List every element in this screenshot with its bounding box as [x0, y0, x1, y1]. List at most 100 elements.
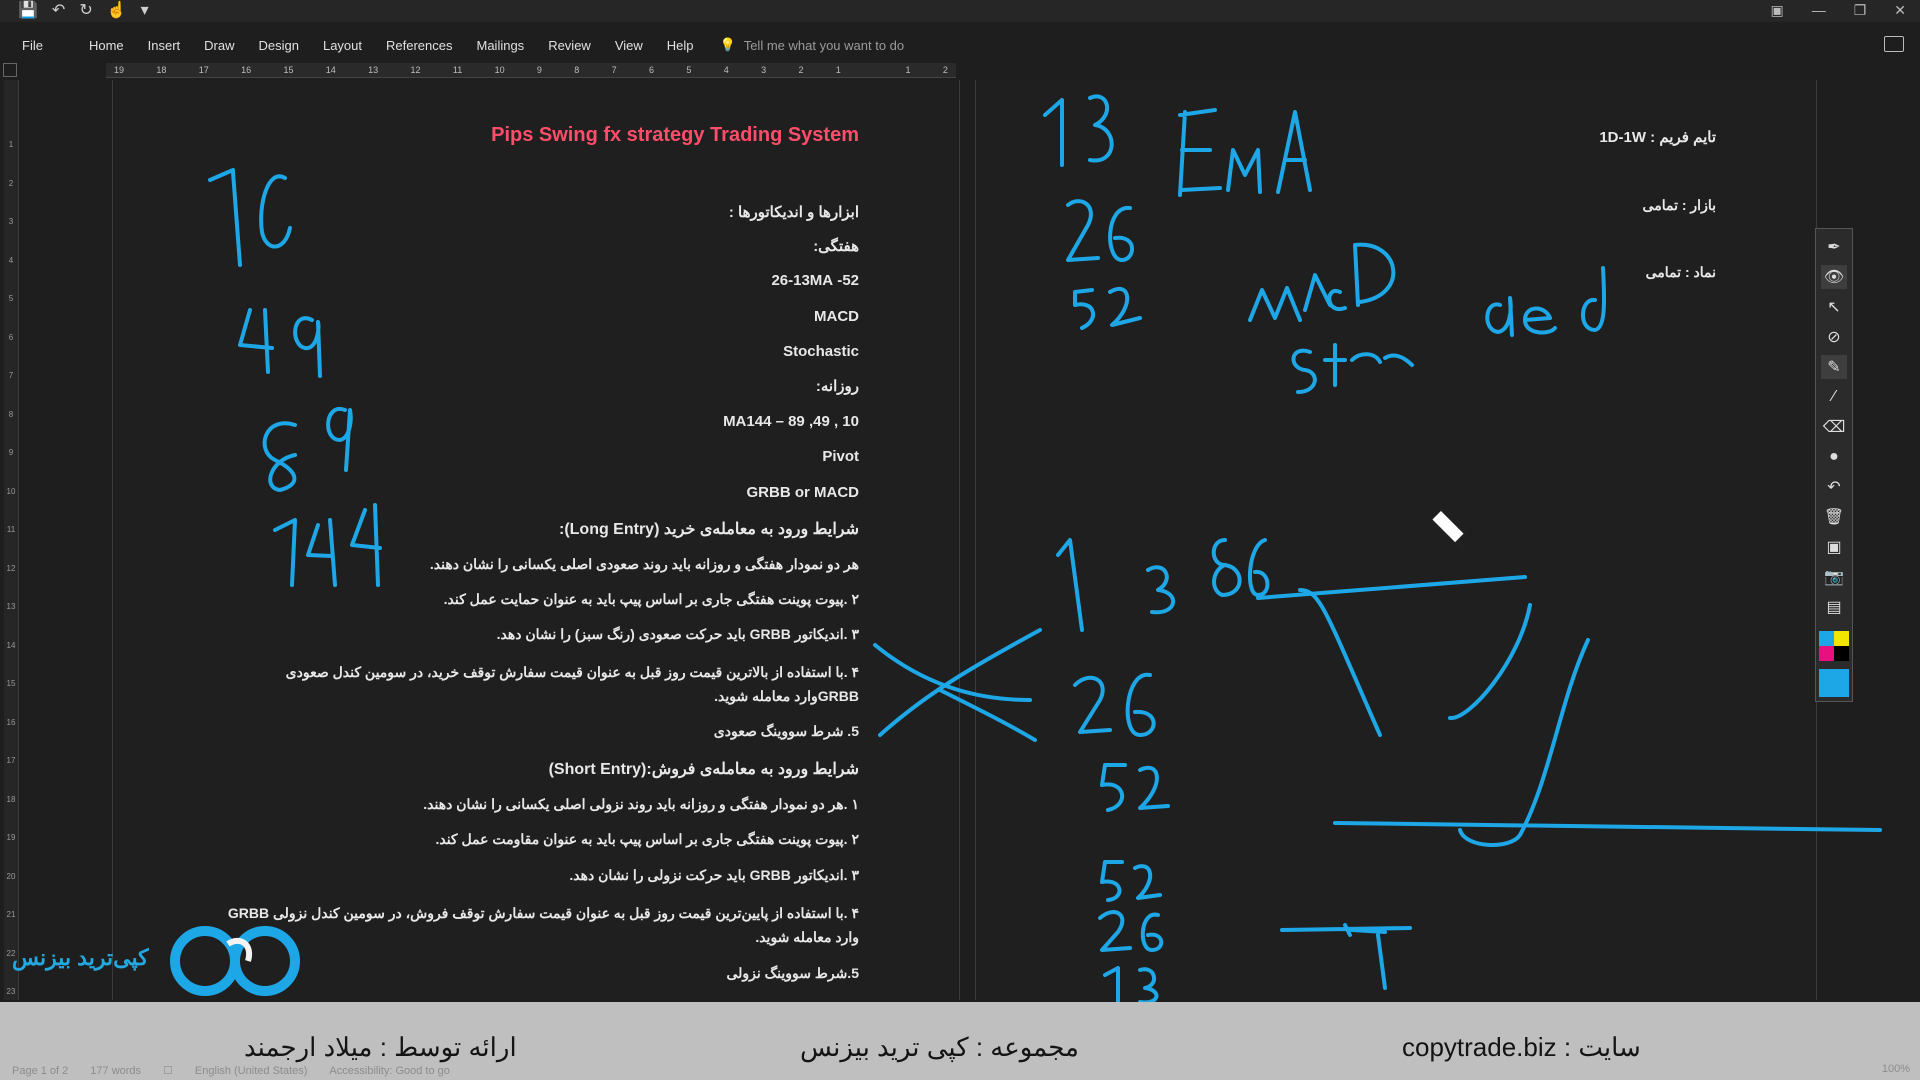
horizontal-ruler[interactable]: 19 18 17 16 15 14 13 12 11 10 9 8 7 6 5 4 3 2 1 1 2 — [106, 63, 956, 78]
doc-line: ۴ .با استفاده از پایین‌ترین قیمت روز قبل… — [227, 905, 859, 945]
color-swatch-yellow[interactable] — [1834, 631, 1849, 646]
eraser-icon[interactable]: ⌫ — [1821, 415, 1847, 439]
ruler-tick-label: 2 — [798, 65, 804, 75]
site-text: سایت : copytrade.biz — [1402, 1032, 1641, 1062]
pen-icon[interactable]: ✒ — [1821, 235, 1847, 259]
ruler-tick-label: 8 — [574, 65, 580, 75]
ruler-tick-label: 9 — [8, 448, 14, 457]
window-controls: ▣ — ❐ ✕ — [1770, 2, 1906, 19]
eye-icon[interactable]: 👁 — [1821, 265, 1847, 289]
doc-heading: شرایط ورود به معامله‌ی فروش:(Short Entry… — [548, 761, 859, 778]
ruler-tick-label: 19 — [114, 65, 125, 75]
camera-icon[interactable]: 📷 — [1821, 565, 1847, 589]
title-bar: 💾 ↶ ↻ ☝ ▾ ▣ — ❐ ✕ — [0, 0, 1920, 22]
color-swatch-black[interactable] — [1834, 646, 1849, 661]
current-color-swatch[interactable] — [1819, 669, 1849, 697]
doc-line: روزانه: — [815, 378, 859, 395]
color-swatch-magenta[interactable] — [1819, 646, 1834, 661]
ruler-tick-label: 1 — [905, 65, 911, 75]
comments-icon[interactable] — [1884, 36, 1904, 52]
undo-icon[interactable]: ↶ — [52, 2, 65, 20]
tab-review[interactable]: Review — [536, 38, 603, 53]
ruler-tick-label: 10 — [6, 486, 16, 496]
ribbon-tabs: File Home Insert Draw Design Layout Refe… — [0, 32, 1920, 58]
dot-size-icon[interactable]: ● — [1821, 445, 1847, 469]
tab-file[interactable]: File — [10, 38, 55, 53]
doc-line: 5.شرط سووینگ نزولی — [726, 965, 859, 981]
whiteboard-icon[interactable]: ▣ — [1821, 535, 1847, 559]
brand-logo-text: کپی‌ترید بیزنس — [12, 945, 149, 970]
language-status[interactable]: English (United States) — [195, 1065, 308, 1077]
tab-references[interactable]: References — [374, 38, 464, 53]
tab-mailings[interactable]: Mailings — [465, 38, 537, 53]
ruler-tick-label: 1 — [8, 140, 14, 149]
touch-mode-icon[interactable]: ☝ — [107, 2, 127, 20]
ruler-tick-label: 15 — [283, 65, 294, 75]
accessibility-status[interactable]: Accessibility: Good to go — [329, 1065, 449, 1077]
ruler-tick-label: 12 — [6, 563, 16, 573]
close-icon[interactable]: ✕ — [1894, 2, 1906, 19]
highlighter-icon[interactable]: ✎ — [1821, 355, 1847, 379]
pen-cursor-icon — [1429, 508, 1468, 550]
ruler-tick-label: 16 — [6, 717, 16, 727]
ruler-tick-label: 4 — [723, 65, 729, 75]
document-page-2[interactable]: تایم فریم : 1D-1W بازار : تمامی نماد : ت… — [975, 80, 1817, 1000]
trash-icon[interactable]: 🗑 — [1821, 505, 1847, 529]
notes-icon[interactable]: ▤ — [1821, 595, 1847, 619]
ruler-tick-label: 5 — [686, 65, 692, 75]
page-title: Pips Swing fx strategy Trading System — [491, 124, 859, 146]
restore-icon[interactable]: ❐ — [1854, 2, 1867, 19]
doc-line: ۱ .هر دو نمودار هفتگی و روزانه باید روند… — [423, 796, 859, 812]
ruler-tick-label: 8 — [8, 409, 14, 419]
document-page-1[interactable]: Pips Swing fx strategy Trading System اب… — [112, 80, 960, 1000]
tab-layout[interactable]: Layout — [311, 38, 374, 53]
ruler-tick-label: 11 — [452, 65, 463, 75]
redo-icon[interactable]: ↻ — [79, 2, 92, 20]
tell-me-text: Tell me what you want to do — [743, 37, 905, 53]
pointer-icon[interactable]: ↖ — [1821, 295, 1847, 319]
tell-me-box[interactable]: 💡 Tell me what you want to do — [720, 37, 905, 53]
proofing-icon[interactable]: ☐ — [163, 1064, 173, 1077]
line-tool-icon[interactable]: ∕ — [1821, 385, 1847, 409]
word-count[interactable]: 177 words — [90, 1065, 141, 1077]
ruler-tick-label: 9 — [536, 65, 542, 75]
tab-design[interactable]: Design — [247, 38, 311, 53]
doc-line: Stochastic — [783, 343, 859, 360]
customize-qat-icon[interactable]: ▾ — [141, 2, 149, 20]
ribbon-display-icon[interactable]: ▣ — [1770, 2, 1783, 19]
doc-line: MA144 – 89 ,49 , 10 — [723, 413, 859, 430]
page-count[interactable]: Page 1 of 2 — [12, 1065, 68, 1077]
doc-line: هر دو نمودار هفتگی و روزانه باید روند صع… — [429, 556, 859, 572]
ruler-tick-label: 7 — [611, 65, 617, 75]
doc-line: ۲ .پیوت پوینت هفتگی جاری بر اساس پیپ بای… — [443, 591, 859, 607]
vertical-ruler[interactable]: 123456789101112131415161718192021222324 — [4, 80, 19, 1035]
doc-heading: شرایط ورود به معامله‌ی خرید (Long Entry)… — [558, 521, 859, 538]
tab-insert[interactable]: Insert — [136, 38, 193, 53]
tab-selector[interactable] — [3, 63, 17, 77]
laser-pointer-icon[interactable]: ⊘ — [1821, 325, 1847, 349]
doc-line: 5. شرط سووینگ صعودی — [713, 723, 859, 739]
ruler-tick-label: 4 — [8, 255, 14, 265]
tab-view[interactable]: View — [603, 38, 655, 53]
ruler-tick-label: 15 — [6, 679, 16, 688]
ruler-tick-label: 16 — [241, 65, 252, 75]
ruler-tick-label: 5 — [8, 294, 14, 303]
ruler-tick-label: 17 — [198, 65, 209, 75]
tab-help[interactable]: Help — [655, 38, 706, 53]
undo-stroke-icon[interactable]: ↶ — [1821, 475, 1847, 499]
color-swatches — [1819, 631, 1849, 661]
tab-draw[interactable]: Draw — [192, 38, 246, 53]
color-swatch-blue[interactable] — [1819, 631, 1834, 646]
ruler-tick-label: 17 — [6, 756, 16, 765]
tab-home[interactable]: Home — [77, 38, 136, 53]
ruler-tick-label: 13 — [368, 65, 379, 75]
ruler-tick-label: 2 — [8, 178, 14, 188]
pen-toolbar: ✒ 👁 ↖ ⊘ ✎ ∕ ⌫ ● ↶ 🗑 ▣ 📷 ▤ — [1815, 228, 1853, 702]
ruler-tick-label: 14 — [6, 640, 16, 650]
minimize-icon[interactable]: — — [1812, 2, 1826, 19]
ruler-tick-label: 10 — [494, 65, 505, 75]
doc-line: ۲ .پیوت پوینت هفتگی جاری بر اساس پیپ بای… — [435, 831, 859, 847]
zoom-level[interactable]: 100% — [1882, 1063, 1910, 1075]
save-icon[interactable]: 💾 — [18, 2, 38, 20]
doc-line: هفتگی: — [813, 238, 859, 255]
